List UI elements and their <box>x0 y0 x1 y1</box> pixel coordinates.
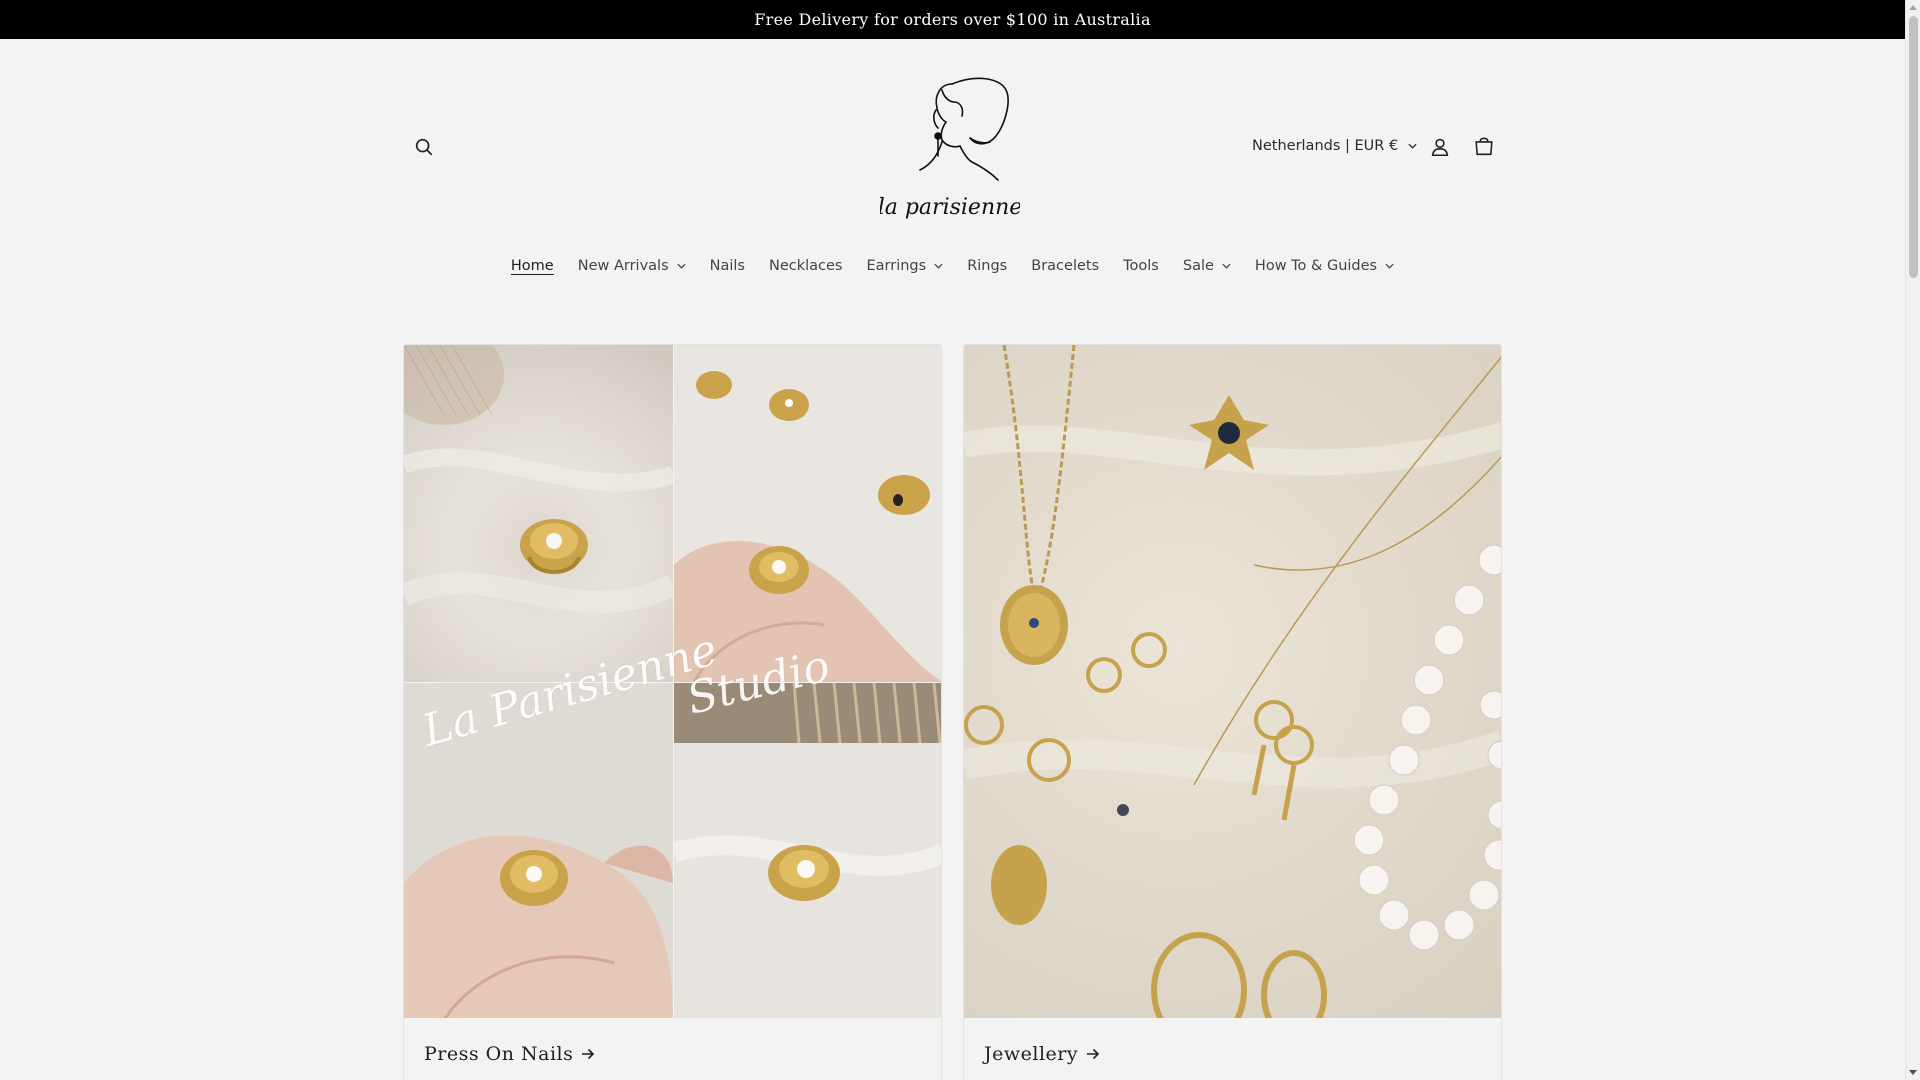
photo-ring-on-tulle <box>670 682 941 1018</box>
search-icon <box>415 138 433 156</box>
cart-button[interactable] <box>1462 125 1506 169</box>
photo-ring-on-hand <box>674 345 941 683</box>
scroll-up-icon[interactable] <box>1909 5 1917 10</box>
collection-image-nails: La Parisienne Studio <box>404 345 941 1018</box>
nav-item-earrings[interactable]: Earrings <box>866 258 943 274</box>
account-icon <box>1431 138 1449 157</box>
nav-item-label: How To & Guides <box>1254 258 1378 274</box>
nav-item-home[interactable]: Home <box>511 258 554 274</box>
chevron-down-icon <box>1408 143 1417 149</box>
nav-item-sale[interactable]: Sale <box>1183 258 1231 274</box>
collection-link-press-on-nails[interactable]: Press On Nails <box>424 1043 595 1065</box>
scroll-down-icon[interactable] <box>1909 1070 1917 1075</box>
collection-image-jewellery <box>964 345 1501 1018</box>
cart-icon <box>1475 137 1493 156</box>
nav-item-label: Nails <box>709 258 745 274</box>
collection-title: Press On Nails <box>424 1043 574 1065</box>
nav-item-label: Earrings <box>866 258 927 274</box>
chevron-down-icon <box>1222 263 1231 269</box>
nav-item-label: Rings <box>967 258 1008 274</box>
nav-item-label: Home <box>510 258 554 274</box>
nav-item-necklaces[interactable]: Necklaces <box>769 258 843 274</box>
chevron-down-icon <box>677 263 686 269</box>
collection-card-jewellery[interactable]: Jewellery <box>963 344 1502 1080</box>
nav-item-label: New Arrivals <box>577 258 669 274</box>
nav-item-label: Bracelets <box>1031 258 1100 274</box>
chevron-down-icon <box>934 263 943 269</box>
page-scrollbar[interactable] <box>1905 0 1920 1080</box>
arrow-right-icon <box>582 1048 595 1060</box>
collection-card-press-on-nails[interactable]: La Parisienne Studio Press On Nails <box>403 344 942 1080</box>
logo-text: la parisienne <box>880 195 1020 220</box>
nav-item-label: Tools <box>1123 258 1159 274</box>
photo-ring-on-fabric <box>404 345 678 682</box>
nav-item-new-arrivals[interactable]: New Arrivals <box>578 258 686 274</box>
nav-item-tools[interactable]: Tools <box>1123 258 1159 274</box>
search-button[interactable] <box>402 125 446 169</box>
collection-title: Jewellery <box>984 1043 1079 1065</box>
account-button[interactable] <box>1418 125 1462 169</box>
chevron-down-icon <box>1385 263 1394 269</box>
nav-item-label: Sale <box>1182 258 1214 274</box>
collection-link-jewellery[interactable]: Jewellery <box>984 1043 1100 1065</box>
store-logo[interactable]: la parisienne <box>878 72 1022 230</box>
nav-item-label: Necklaces <box>768 258 843 274</box>
nav-item-rings[interactable]: Rings <box>967 258 1007 274</box>
nav-item-nails[interactable]: Nails <box>710 258 745 274</box>
scrollbar-thumb[interactable] <box>1909 16 1918 278</box>
main-navigation: Home New Arrivals Nails Necklaces Earrings Ri… <box>0 250 1905 282</box>
nav-item-bracelets[interactable]: Bracelets <box>1031 258 1099 274</box>
nav-item-how-to-guides[interactable]: How To & Guides <box>1255 258 1394 274</box>
announcement-bar: Free Delivery for orders over $100 in Au… <box>0 0 1905 39</box>
announcement-text: Free Delivery for orders over $100 in Au… <box>754 10 1151 29</box>
country-selector[interactable]: Netherlands | EUR € <box>1252 130 1417 162</box>
country-selector-label: Netherlands | EUR € <box>1252 138 1399 154</box>
arrow-right-icon <box>1087 1048 1100 1060</box>
